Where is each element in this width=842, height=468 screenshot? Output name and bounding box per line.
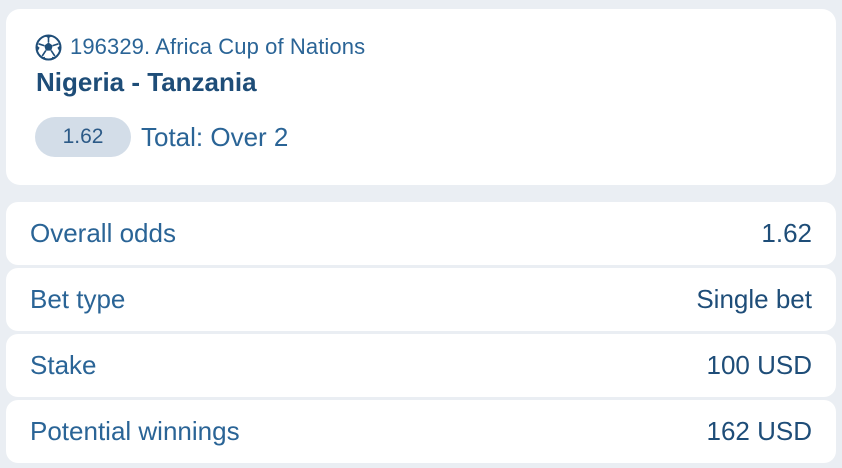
bet-slip: 196329. Africa Cup of Nations Nigeria - … (0, 0, 842, 468)
potential-winnings-value: 162 USD (706, 416, 813, 446)
overall-odds-row: Overall odds 1.62 (6, 202, 836, 265)
match-title: Nigeria - Tanzania (36, 67, 257, 97)
odds-badge: 1.62 (35, 117, 131, 157)
potential-winnings-label: Potential winnings (30, 416, 240, 446)
league-name: 196329. Africa Cup of Nations (70, 34, 366, 59)
league-row: 196329. Africa Cup of Nations (35, 33, 365, 61)
bet-type-value: Single bet (696, 284, 812, 314)
potential-winnings-row: Potential winnings 162 USD (6, 400, 836, 463)
stake-row: Stake 100 USD (6, 334, 836, 397)
soccer-ball-icon (35, 34, 62, 61)
pick-label: Total: Over 2 (141, 121, 289, 152)
stake-label: Stake (30, 350, 97, 380)
event-card: 196329. Africa Cup of Nations Nigeria - … (6, 9, 836, 185)
stake-value: 100 USD (706, 350, 813, 380)
pick-row: 1.62 Total: Over 2 (35, 117, 288, 157)
overall-odds-label: Overall odds (30, 218, 176, 248)
bet-type-row: Bet type Single bet (6, 268, 836, 331)
bet-type-label: Bet type (30, 284, 126, 314)
overall-odds-value: 1.62 (761, 218, 812, 248)
